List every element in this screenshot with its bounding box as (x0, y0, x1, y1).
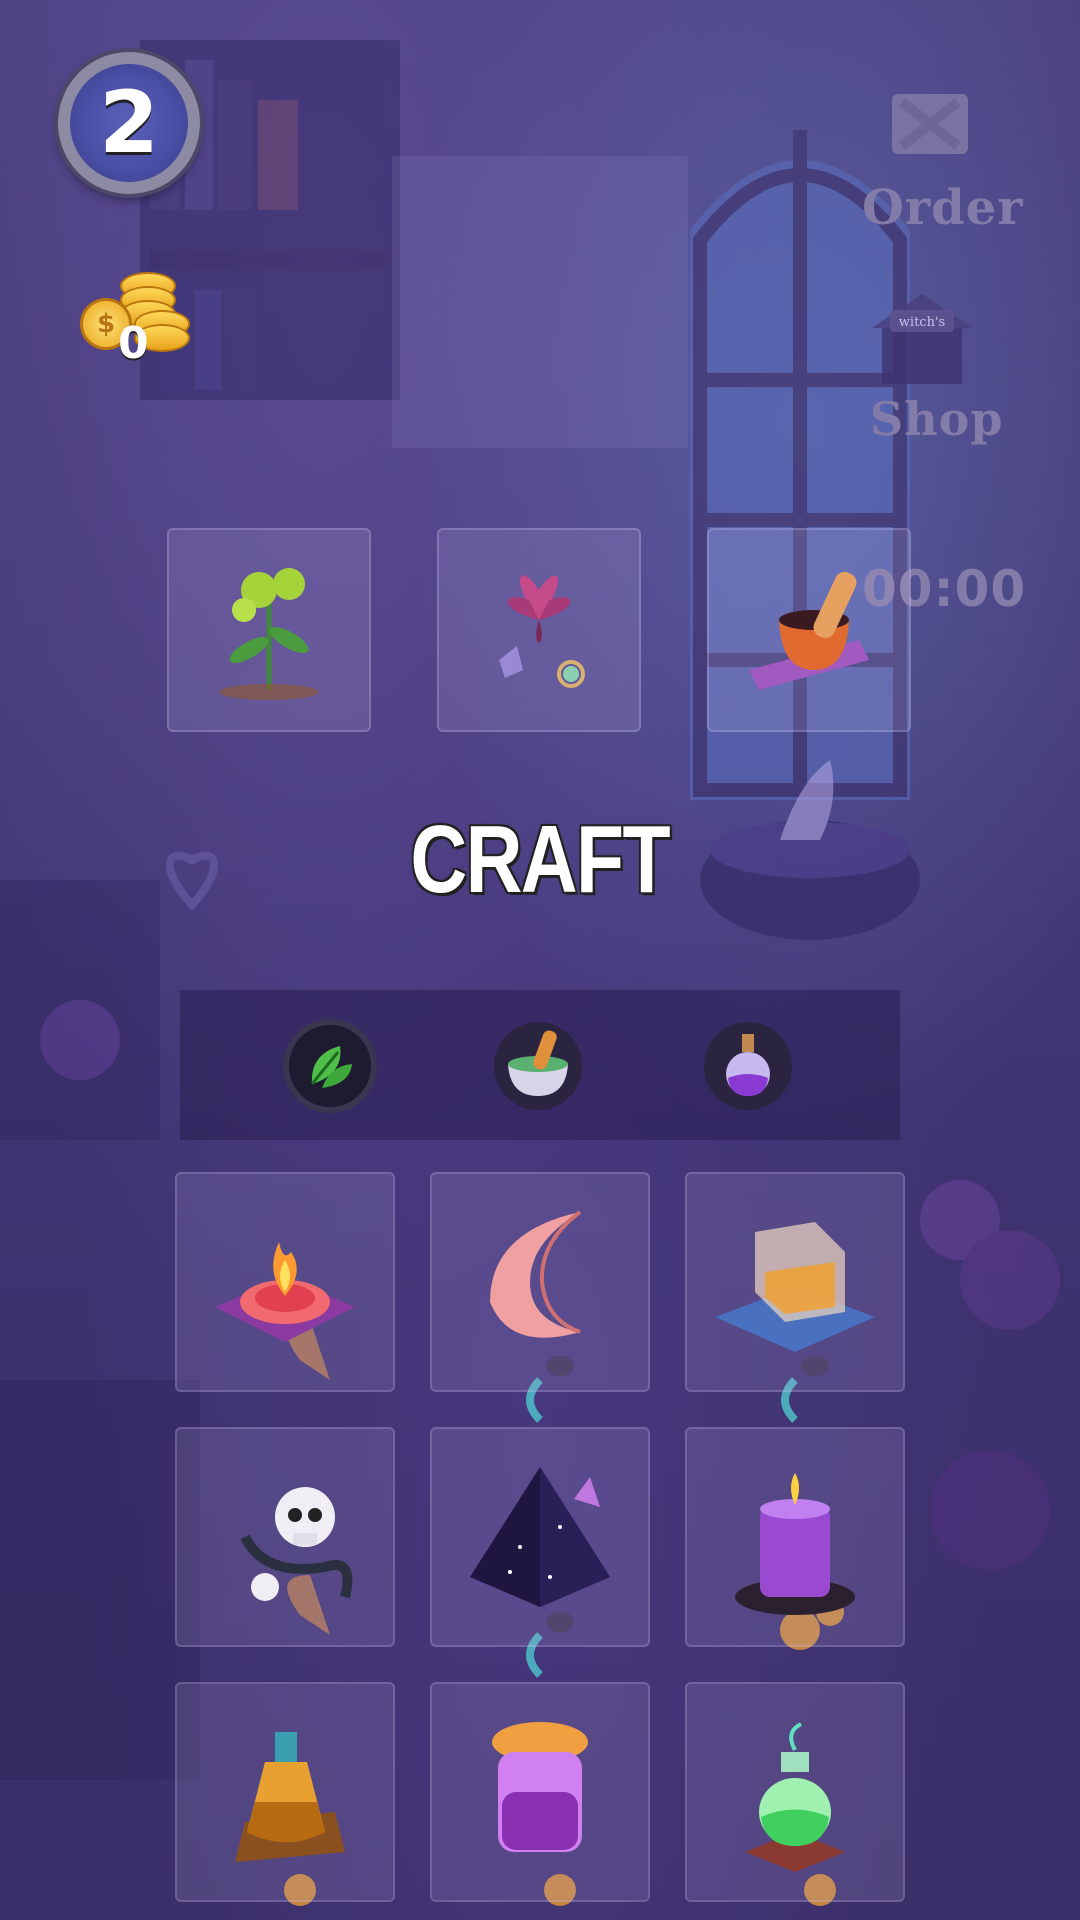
purple-candle-icon (735, 1473, 855, 1615)
fire-bowl-icon (215, 1242, 355, 1342)
amber-bottle-icon (235, 1732, 345, 1862)
green-flask-icon (745, 1722, 845, 1872)
ingredient-slot-6[interactable] (685, 1427, 905, 1647)
skulls-and-serpent-icon (240, 1487, 353, 1601)
ingredient-slot-5[interactable] (430, 1427, 650, 1647)
starry-pyramid-icon (470, 1467, 610, 1607)
amber-cube-icon (715, 1222, 875, 1352)
crescent-moon-icon (490, 1210, 582, 1338)
purple-jar-icon (492, 1722, 588, 1852)
ingredient-slot-2[interactable] (430, 1172, 650, 1392)
ingredient-slot-7[interactable] (175, 1682, 395, 1902)
ingredient-slot-4[interactable] (175, 1427, 395, 1647)
ingredient-slot-8[interactable] (430, 1682, 650, 1902)
ingredient-slot-1[interactable] (175, 1172, 395, 1392)
ingredient-slot-3[interactable] (685, 1172, 905, 1392)
ingredient-slot-9[interactable] (685, 1682, 905, 1902)
